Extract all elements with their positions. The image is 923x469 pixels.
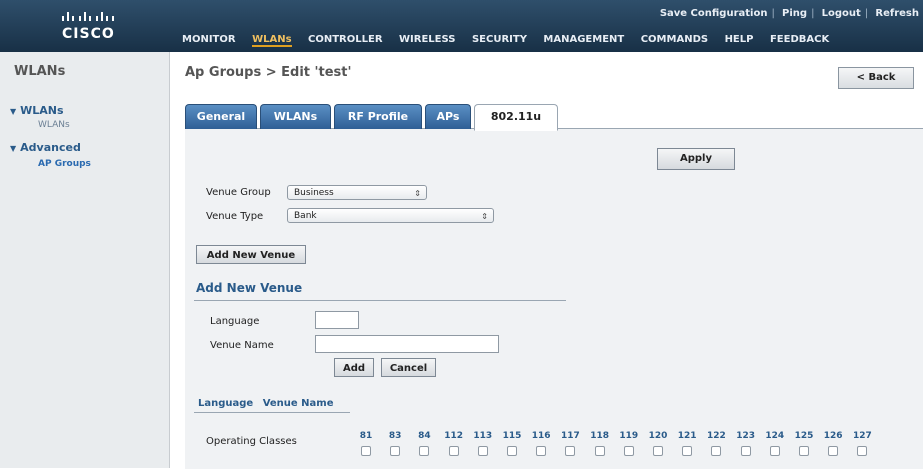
page-title: Ap Groups > Edit 'test' (185, 65, 352, 80)
operating-class-checkbox[interactable] (448, 446, 459, 456)
operating-class-checkbox[interactable] (740, 446, 751, 456)
column-language: Language (198, 398, 254, 409)
save-configuration-link[interactable]: Save Configuration (660, 8, 768, 19)
nav-wlans[interactable]: WLANs (252, 34, 292, 47)
operating-class-label: 84 (418, 431, 431, 441)
operating-class-checkbox[interactable] (682, 446, 693, 456)
tab-rf-profile[interactable]: RF Profile (334, 104, 422, 129)
operating-class-label: 113 (473, 431, 493, 441)
nav-commands[interactable]: COMMANDS (641, 34, 708, 45)
venue-group-select[interactable]: Business ⇕ (287, 185, 427, 200)
operating-class-checkbox[interactable] (857, 446, 868, 456)
venue-name-label: Venue Name (210, 340, 274, 351)
sidebar: WLANs ▼ WLANs WLANs ▼ Advanced AP Groups (0, 52, 170, 468)
nav-controller[interactable]: CONTROLLER (308, 34, 383, 45)
tab-general[interactable]: General (185, 104, 257, 129)
operating-class-checkbox[interactable] (769, 446, 780, 456)
tab-aps[interactable]: APs (425, 104, 471, 129)
logo-wordmark: CISCO (62, 26, 115, 42)
back-button[interactable]: < Back (838, 67, 914, 89)
add-button[interactable]: Add (334, 358, 374, 377)
operating-class-checkbox[interactable] (799, 446, 809, 456)
venue-group-label: Venue Group (206, 187, 271, 198)
select-arrows-icon: ⇕ (481, 212, 488, 221)
operating-class-label: 115 (502, 431, 522, 441)
language-label: Language (210, 316, 260, 327)
operating-class-checkbox[interactable] (477, 446, 488, 456)
operating-class-checkbox[interactable] (565, 446, 576, 456)
venue-name-field[interactable] (315, 335, 499, 353)
operating-class-checkbox[interactable] (653, 446, 663, 456)
column-venue-name: Venue Name (262, 398, 334, 409)
expanded-triangle-icon: ▼ (10, 144, 17, 153)
sidebar-title: WLANs (14, 64, 66, 79)
ping-link[interactable]: Ping (782, 8, 807, 19)
operating-classes-label: Operating Classes (206, 436, 297, 447)
nav-security[interactable]: SECURITY (472, 34, 527, 45)
operating-class-checkbox[interactable] (419, 446, 430, 456)
operating-class-checkbox[interactable] (507, 446, 517, 456)
operating-class-label: 118 (590, 431, 609, 441)
nav-wireless[interactable]: WIRELESS (399, 34, 455, 45)
venue-type-value: Bank (294, 211, 317, 221)
sidebar-item-ap-groups[interactable]: AP Groups (38, 159, 91, 169)
nav-help[interactable]: HELP (725, 34, 754, 45)
operating-class-label: 119 (619, 431, 639, 441)
tab-wlans[interactable]: WLANs (260, 104, 331, 129)
sidebar-section-wlans[interactable]: ▼ WLANs (10, 104, 64, 117)
operating-class-label: 120 (648, 431, 668, 441)
operating-class-checkbox[interactable] (623, 446, 634, 456)
venue-list-header: Language Venue Name (198, 398, 340, 409)
select-arrows-icon: ⇕ (414, 189, 421, 198)
nav-monitor[interactable]: MONITOR (182, 34, 236, 45)
operating-class-checkbox[interactable] (828, 446, 839, 456)
venue-group-value: Business (294, 188, 334, 198)
sidebar-item-wlans[interactable]: WLANs (38, 120, 70, 130)
venue-type-label: Venue Type (206, 211, 264, 222)
apply-button[interactable]: Apply (657, 148, 735, 170)
top-links: Save Configuration | Ping | Logout | Refres… (659, 8, 919, 19)
add-new-venue-heading: Add New Venue (196, 281, 303, 295)
main-nav: MONITOR WLANs CONTROLLER WIRELESS SECURI… (182, 34, 842, 47)
nav-feedback[interactable]: FEEDBACK (770, 34, 829, 45)
tab-panel (185, 128, 923, 469)
tab-802-11u[interactable]: 802.11u (474, 104, 558, 131)
operating-class-label: 116 (531, 431, 551, 441)
add-new-venue-button[interactable]: Add New Venue (196, 245, 306, 264)
operating-class-label: 81 (359, 431, 373, 441)
operating-class-label: 122 (706, 431, 726, 441)
operating-class-label: 126 (823, 431, 843, 441)
operating-class-label: 117 (560, 431, 580, 441)
operating-class-label: 123 (736, 431, 755, 441)
nav-management[interactable]: MANAGEMENT (543, 34, 624, 45)
cisco-logo: CISCO (58, 6, 128, 46)
cisco-bars-icon (62, 12, 114, 21)
divider (194, 412, 350, 413)
operating-class-label: 125 (794, 431, 814, 441)
operating-class-checkbox[interactable] (390, 446, 401, 456)
cancel-button[interactable]: Cancel (381, 358, 436, 377)
operating-class-checkbox[interactable] (536, 446, 547, 456)
language-field[interactable] (315, 311, 359, 329)
operating-class-checkbox[interactable] (711, 446, 722, 456)
operating-class-label: 112 (444, 431, 463, 441)
operating-class-label: 127 (852, 431, 872, 441)
operating-class-checkbox[interactable] (594, 446, 605, 456)
logout-link[interactable]: Logout (822, 8, 861, 19)
top-header: CISCO Save Configuration | Ping | Logout | … (0, 0, 923, 52)
refresh-link[interactable]: Refresh (875, 8, 919, 19)
venue-type-select[interactable]: Bank ⇕ (287, 208, 494, 223)
operating-class-label: 124 (765, 431, 785, 441)
operating-class-label: 83 (388, 431, 402, 441)
expanded-triangle-icon: ▼ (10, 107, 17, 116)
sidebar-section-advanced[interactable]: ▼ Advanced (10, 141, 81, 154)
operating-class-checkbox[interactable] (361, 446, 371, 456)
operating-class-label: 121 (677, 431, 697, 441)
divider (194, 300, 566, 301)
